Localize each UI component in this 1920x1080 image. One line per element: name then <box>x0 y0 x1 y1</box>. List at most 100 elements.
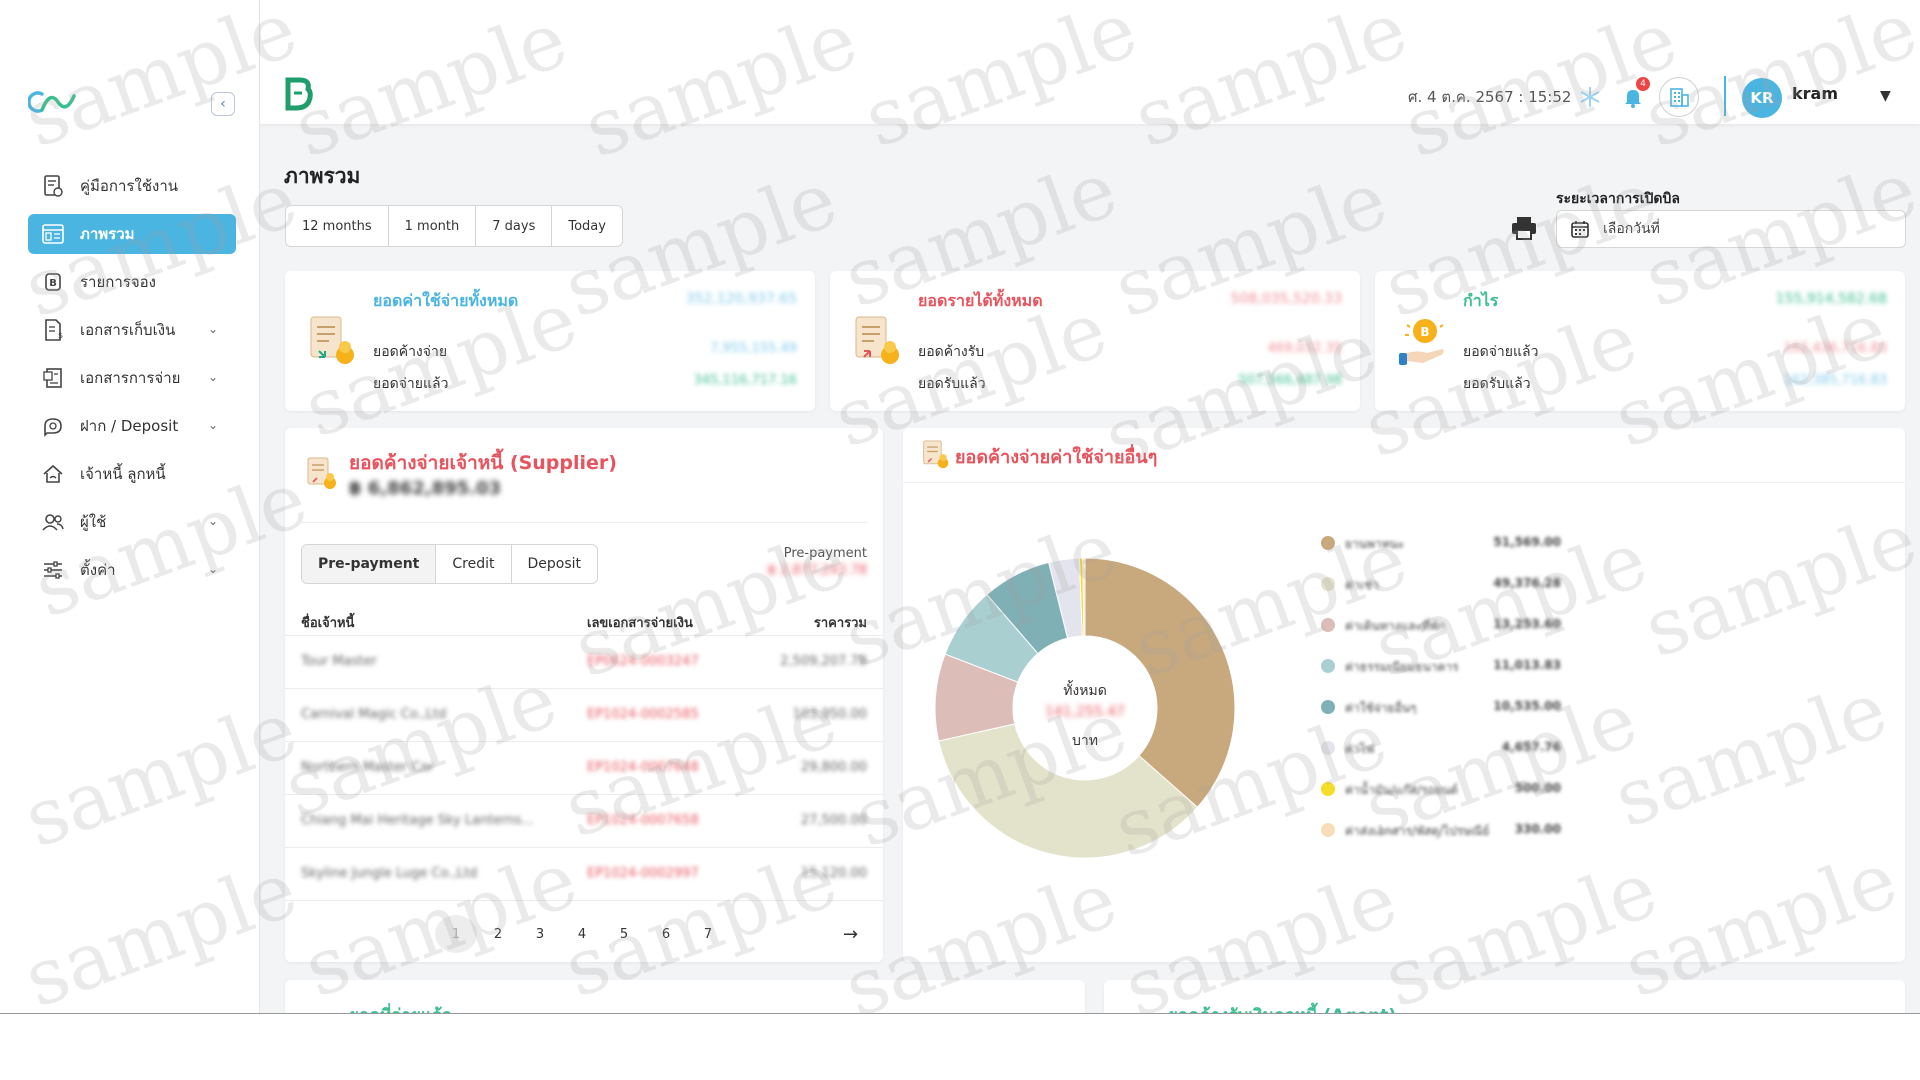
chevron-down-icon: ⌄ <box>207 562 218 576</box>
range-tab-today[interactable]: Today <box>552 206 622 246</box>
legend-value: 4,657.76 <box>1501 740 1561 754</box>
dashboard-icon <box>40 221 66 247</box>
legend-swatch <box>1321 618 1335 632</box>
brand-logo-icon[interactable] <box>284 76 314 112</box>
sidebar-collapse-button[interactable]: ‹ <box>211 92 235 116</box>
table-row[interactable]: Northern Master Car EP1024-0007648 29,80… <box>285 742 883 795</box>
legend-label: ค่าไฟ <box>1345 742 1375 756</box>
user-avatar[interactable]: KR <box>1742 78 1782 118</box>
range-tab-12-months[interactable]: 12 months <box>286 206 389 246</box>
creditor-name: Skyline Jungle Luge Co.,Ltd <box>301 866 478 881</box>
svg-text:B: B <box>1420 325 1429 339</box>
page-button[interactable]: 7 <box>687 915 729 953</box>
card-row-value: 345,116,717.16 <box>693 373 797 388</box>
sidebar-nav: คู่มือการใช้งาน ภาพรวม B รายการจอง $ เอก… <box>28 166 236 598</box>
expense-document-icon <box>310 316 354 364</box>
username[interactable]: kram <box>1792 84 1838 103</box>
sidebar-item-label: คู่มือการใช้งาน <box>80 177 178 195</box>
company-building-icon[interactable] <box>1659 77 1699 117</box>
calendar-icon <box>1571 221 1589 238</box>
payment-doc-number[interactable]: EP1024-0002585 <box>587 707 699 722</box>
creditor-icon <box>40 461 66 487</box>
card-row-value: 162,385,716.83 <box>1783 373 1887 388</box>
payment-doc-icon <box>40 365 66 391</box>
legend-swatch <box>1321 823 1335 837</box>
supplier-total: ฿ 6,862,895.03 <box>349 478 502 499</box>
sidebar-item-invoices[interactable]: $ เอกสารเก็บเงิน ⌄ <box>28 310 236 350</box>
row-total: 27,500.00 <box>800 813 867 828</box>
chevron-down-icon: ⌄ <box>207 418 218 432</box>
invoice-icon: $ <box>40 317 66 343</box>
page-button[interactable]: 5 <box>603 915 645 953</box>
legend-item[interactable]: ค่าธรรมเนียมธนาคาร 11,013.83 <box>1321 653 1561 694</box>
payment-doc-number[interactable]: EP0624-0003247 <box>587 654 699 669</box>
card-row-value: 162,436,716.83 <box>1783 341 1887 356</box>
supplier-payable-panel: ยอดค้างจ่ายเจ้าหนี้ (Supplier) ฿ 6,862,8… <box>285 428 883 962</box>
chevron-down-icon: ⌄ <box>207 322 218 336</box>
page-button[interactable]: 3 <box>519 915 561 953</box>
deposit-icon <box>40 413 66 439</box>
notification-bell-icon[interactable]: 4 <box>1616 77 1650 114</box>
table-row[interactable]: Carnival Magic Co.,Ltd EP1024-0002585 10… <box>285 689 883 742</box>
page-button[interactable]: 2 <box>477 915 519 953</box>
legend-label: ค่าส่งเอกสาร/พัสดุ/ไปรษณีย์ <box>1345 824 1490 838</box>
legend-item[interactable]: ค่าน้ำมัน/แก๊ส/รถยนต์ 500.00 <box>1321 776 1561 817</box>
page-button[interactable]: 6 <box>645 915 687 953</box>
legend-value: 330.00 <box>1514 822 1561 836</box>
snowflake-icon[interactable] <box>1573 80 1607 114</box>
row-total: 15,120.00 <box>800 866 867 881</box>
card-row-label: ยอดจ่ายแล้ว <box>1463 344 1539 360</box>
printer-icon[interactable] <box>1510 216 1538 240</box>
sidebar-item-settings[interactable]: ตั้งค่า ⌄ <box>28 550 236 590</box>
panel-divider <box>301 522 867 523</box>
legend-item[interactable]: ค่าส่งเอกสาร/พัสดุ/ไปรษณีย์ 330.00 <box>1321 817 1561 858</box>
supplier-document-icon <box>307 457 336 489</box>
profit-card: B กำไร 155,914,582.68 ยอดจ่ายแล้ว 162,43… <box>1375 271 1905 411</box>
range-tab-7-days[interactable]: 7 days <box>476 206 553 246</box>
caret-down-icon[interactable]: ▼ <box>1880 88 1891 104</box>
sidebar-item-dashboard[interactable]: ภาพรวม <box>28 214 236 254</box>
current-datetime: ศ. 4 ต.ค. 2567 : 15:52 <box>1408 88 1572 106</box>
chevron-down-icon: ⌄ <box>207 370 218 384</box>
table-row[interactable]: Chiang Mai Heritage Sky Lanterns... EP10… <box>285 795 883 848</box>
tab-pre-payment[interactable]: Pre-payment <box>302 545 437 583</box>
sidebar-item-payment-docs[interactable]: เอกสารการจ่าย ⌄ <box>28 358 236 398</box>
sidebar-item-deposit[interactable]: ฝาก / Deposit ⌄ <box>28 406 236 446</box>
range-tab-1-month[interactable]: 1 month <box>389 206 477 246</box>
legend-value: 500.00 <box>1514 781 1561 795</box>
app-window: ‹ คู่มือการใช้งาน ภาพรวม B รายการจอง $ เ… <box>0 0 1920 1014</box>
legend-label: ค่าธรรมเนียมธนาคาร <box>1345 660 1459 674</box>
legend-item[interactable]: ยานพาหนะ 51,569.00 <box>1321 530 1561 571</box>
settings-sliders-icon <box>40 557 66 583</box>
app-logo[interactable] <box>28 88 78 116</box>
next-page-arrow-icon[interactable]: → <box>843 924 858 945</box>
tab-credit[interactable]: Credit <box>436 545 512 583</box>
legend-item[interactable]: ค่าเช่า 49,376.28 <box>1321 571 1561 612</box>
card-row-value: 507,566,487.98 <box>1238 373 1342 388</box>
legend-item[interactable]: ค่าเดินทางและที่พัก 13,253.60 <box>1321 612 1561 653</box>
page-button[interactable]: 4 <box>561 915 603 953</box>
sidebar-item-users[interactable]: ผู้ใช้ ⌄ <box>28 502 236 542</box>
pagination: 1 2 3 4 5 6 7 <box>435 914 729 954</box>
table-row[interactable]: Skyline Jungle Luge Co.,Ltd EP1024-00029… <box>285 848 883 901</box>
sidebar-item-manual[interactable]: คู่มือการใช้งาน <box>28 166 236 206</box>
users-icon <box>40 509 66 535</box>
coin-hand-icon: B <box>1399 319 1444 365</box>
payment-doc-number[interactable]: EP1024-0002997 <box>587 866 699 881</box>
agent-receivable-panel: ยอดค้างรับเงินลูกหนี้ (Agent) <box>1104 980 1905 1013</box>
sidebar-item-booking[interactable]: B รายการจอง <box>28 262 236 302</box>
card-total: 155,914,582.68 <box>1775 291 1887 307</box>
date-picker-input[interactable]: เลือกวันที่ <box>1556 210 1906 248</box>
tab-deposit[interactable]: Deposit <box>512 545 598 583</box>
legend-item[interactable]: ค่าไฟ 4,657.76 <box>1321 735 1561 776</box>
sidebar-item-creditors[interactable]: เจ้าหนี้ ลูกหนี้ <box>28 454 236 494</box>
legend-item[interactable]: ค่าใช้จ่ายอื่นๆ 10,535.00 <box>1321 694 1561 735</box>
payment-doc-number[interactable]: EP1024-0007648 <box>587 760 699 775</box>
payment-doc-number[interactable]: EP1024-0007658 <box>587 813 699 828</box>
legend-label: ค่าน้ำมัน/แก๊ส/รถยนต์ <box>1345 783 1458 797</box>
table-row[interactable]: Tour Master EP0624-0003247 2,509,207.78 <box>285 636 883 689</box>
page-button[interactable]: 1 <box>435 915 477 953</box>
card-row-label: ยอดรับแล้ว <box>918 376 986 392</box>
creditor-name: Carnival Magic Co.,Ltd <box>301 707 447 722</box>
panel-title: ยอดค้างจ่ายค่าใช้จ่ายอื่นๆ <box>955 447 1158 468</box>
